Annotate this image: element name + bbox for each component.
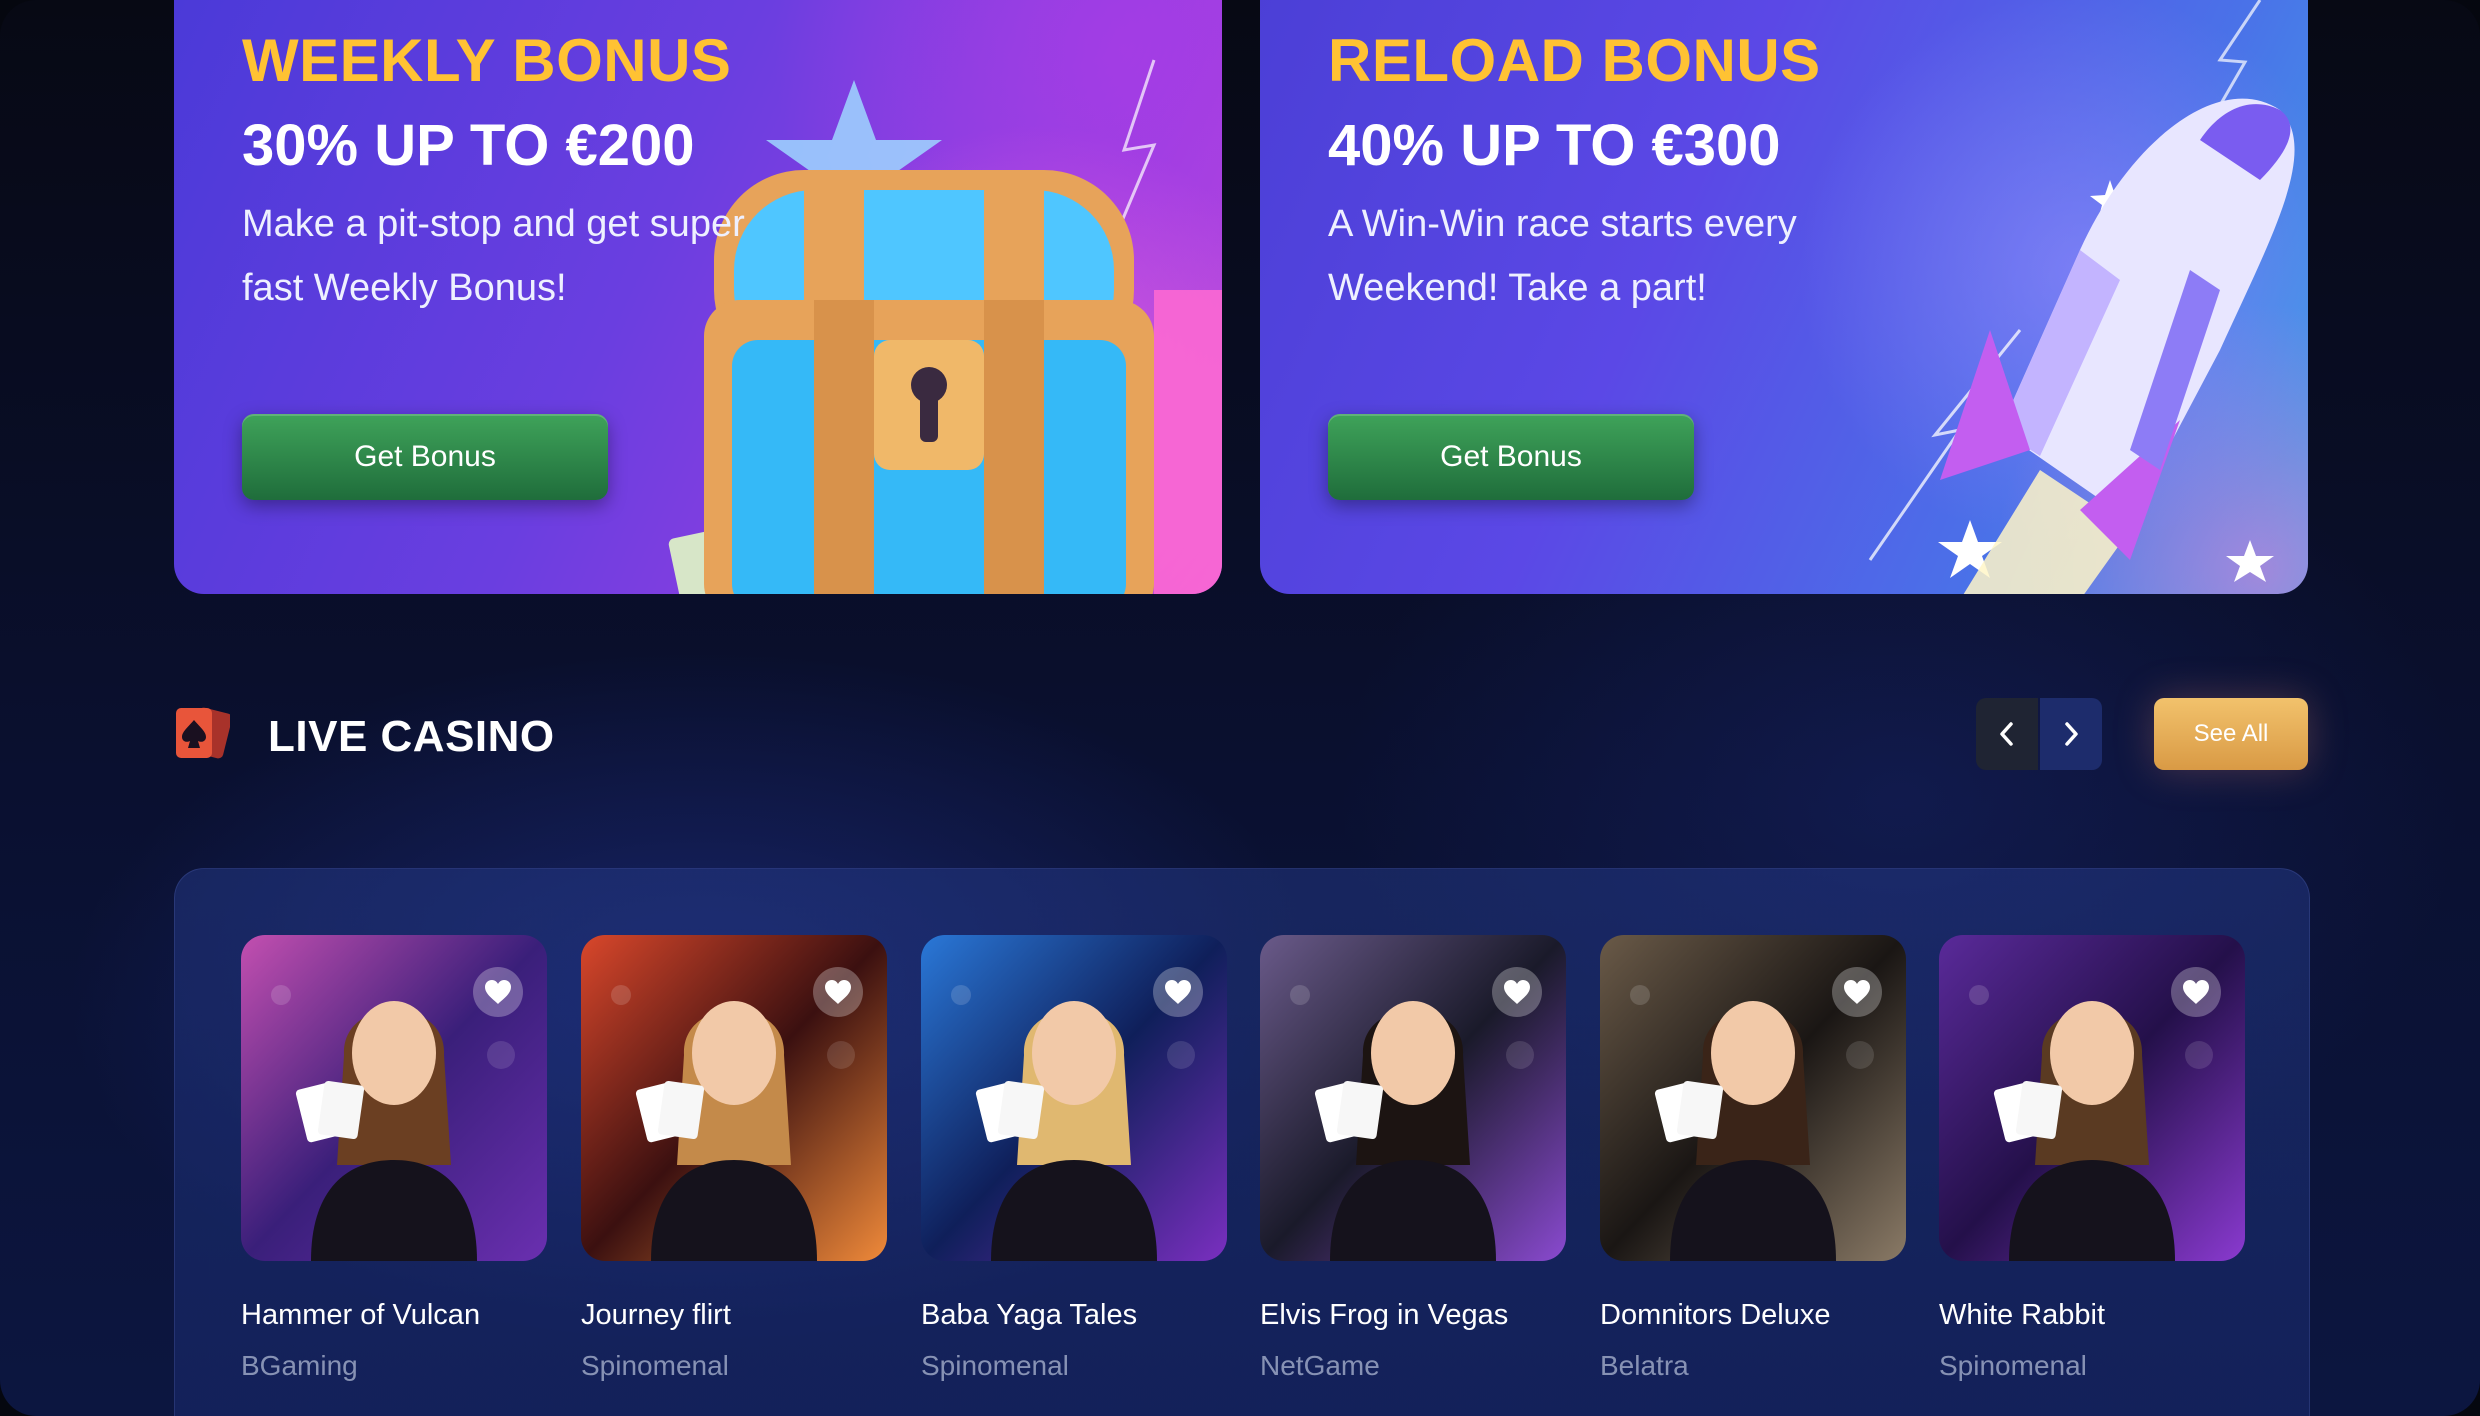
favorite-button[interactable] — [1832, 967, 1882, 1017]
game-thumbnail[interactable] — [1600, 935, 1906, 1261]
game-provider: Belatra — [1600, 1350, 1689, 1381]
game-thumbnail[interactable] — [1260, 935, 1566, 1261]
promo-amount: 30% UP TO €200 — [242, 113, 695, 178]
favorite-button[interactable] — [813, 967, 863, 1017]
game-thumbnail[interactable] — [1939, 935, 2245, 1261]
game-provider: BGaming — [241, 1350, 358, 1381]
heart-icon — [2183, 980, 2209, 1004]
promo-title: RELOAD BONUS — [1328, 27, 1821, 94]
promo-description: Make a pit-stop and get super fast Weekl… — [242, 203, 745, 309]
game-name[interactable]: Domnitors Deluxe — [1600, 1299, 1906, 1332]
chevron-right-icon — [2065, 722, 2078, 746]
game-thumbnail[interactable] — [581, 935, 887, 1261]
heart-icon — [1165, 980, 1191, 1004]
get-bonus-button[interactable]: Get Bonus — [242, 414, 608, 500]
game-thumbnail[interactable] — [241, 935, 547, 1261]
game-provider: Spinomenal — [921, 1350, 1069, 1381]
live-casino-header: LIVE CASINO See All — [174, 698, 2308, 774]
game-provider: Spinomenal — [1939, 1350, 2087, 1381]
page: WEEKLY BONUS 30% UP TO €200 Make a pit-s… — [0, 0, 2480, 1416]
reload-bonus-banner[interactable]: RELOAD BONUS 40% UP TO €300 A Win-Win ra… — [1260, 0, 2308, 594]
favorite-button[interactable] — [1153, 967, 1203, 1017]
promo-amount: 40% UP TO €300 — [1328, 113, 1781, 178]
game-name[interactable]: Elvis Frog in Vegas — [1260, 1299, 1566, 1332]
game-card[interactable]: Baba Yaga Tales Spinomenal — [921, 935, 1227, 1382]
heart-icon — [1504, 980, 1530, 1004]
game-card[interactable]: Hammer of Vulcan BGaming — [241, 935, 547, 1382]
get-bonus-button[interactable]: Get Bonus — [1328, 414, 1694, 500]
heart-icon — [485, 980, 511, 1004]
weekly-bonus-banner[interactable]: WEEKLY BONUS 30% UP TO €200 Make a pit-s… — [174, 0, 1222, 594]
game-card[interactable]: Domnitors Deluxe Belatra — [1600, 935, 1906, 1382]
section-title: LIVE CASINO — [268, 712, 555, 761]
favorite-button[interactable] — [2171, 967, 2221, 1017]
game-thumbnail[interactable] — [921, 935, 1227, 1261]
game-card[interactable]: Journey flirt Spinomenal — [581, 935, 887, 1382]
game-name[interactable]: White Rabbit — [1939, 1299, 2245, 1332]
playing-cards-icon — [176, 707, 230, 759]
game-name[interactable]: Journey flirt — [581, 1299, 887, 1332]
game-provider: Spinomenal — [581, 1350, 729, 1381]
game-card[interactable]: White Rabbit Spinomenal — [1939, 935, 2245, 1382]
game-name[interactable]: Baba Yaga Tales — [921, 1299, 1227, 1332]
game-name[interactable]: Hammer of Vulcan — [241, 1299, 547, 1332]
heart-icon — [1844, 980, 1870, 1004]
promo-title: WEEKLY BONUS — [242, 27, 732, 94]
carousel-prev-button[interactable] — [1976, 698, 2038, 770]
chevron-left-icon — [2000, 722, 2013, 746]
game-card[interactable]: Elvis Frog in Vegas NetGame — [1260, 935, 1566, 1382]
live-casino-games-panel: Hammer of Vulcan BGaming Journey flirt S… — [174, 868, 2310, 1416]
game-provider: NetGame — [1260, 1350, 1380, 1381]
carousel-next-button[interactable] — [2040, 698, 2102, 770]
favorite-button[interactable] — [473, 967, 523, 1017]
heart-icon — [825, 980, 851, 1004]
promo-description: A Win-Win race starts every Weekend! Tak… — [1328, 203, 1797, 309]
favorite-button[interactable] — [1492, 967, 1542, 1017]
see-all-button[interactable]: See All — [2154, 698, 2308, 770]
